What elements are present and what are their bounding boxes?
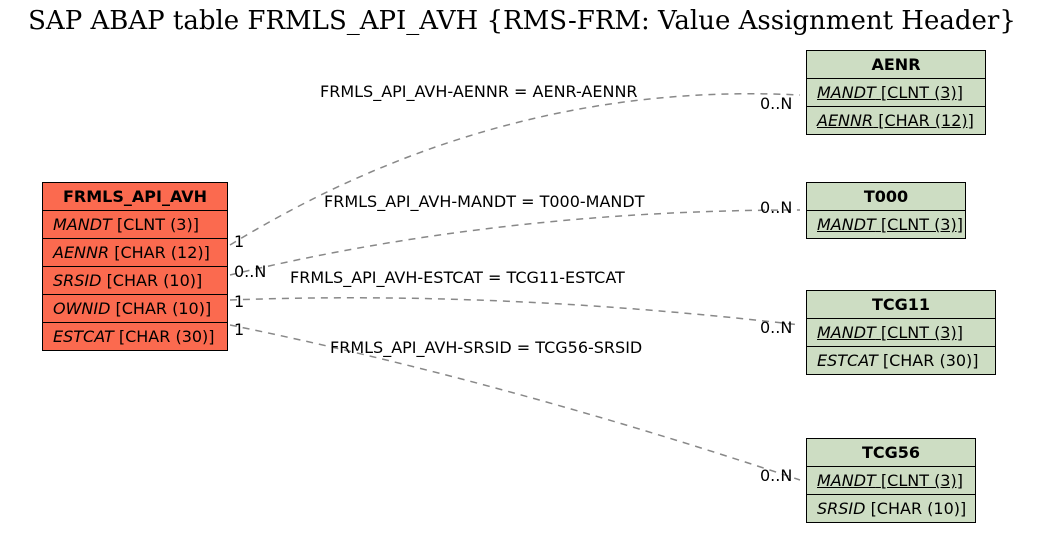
entity-aenr: AENR MANDT [CLNT (3)] AENNR [CHAR (12)] xyxy=(806,50,986,135)
entity-header: T000 xyxy=(807,183,965,211)
entity-tcg11: TCG11 MANDT [CLNT (3)] ESTCAT [CHAR (30)… xyxy=(806,290,996,375)
rel-label-4: FRMLS_API_AVH-SRSID = TCG56-SRSID xyxy=(330,338,642,357)
field-row: MANDT [CLNT (3)] xyxy=(43,211,227,239)
field-row: AENNR [CHAR (12)] xyxy=(43,239,227,267)
entity-header: TCG11 xyxy=(807,291,995,319)
rel-label-3: FRMLS_API_AVH-ESTCAT = TCG11-ESTCAT xyxy=(290,268,625,287)
card-left-3: 1 xyxy=(234,292,244,311)
card-right-2: 0..N xyxy=(760,198,792,217)
card-right-3: 0..N xyxy=(760,318,792,337)
field-row: OWNID [CHAR (10)] xyxy=(43,295,227,323)
card-left-1: 1 xyxy=(234,232,244,251)
card-right-1: 0..N xyxy=(760,94,792,113)
field-row: MANDT [CLNT (3)] xyxy=(807,79,985,107)
rel-label-1: FRMLS_API_AVH-AENNR = AENR-AENNR xyxy=(320,82,638,101)
field-row: AENNR [CHAR (12)] xyxy=(807,107,985,134)
entity-frmls-api-avh: FRMLS_API_AVH MANDT [CLNT (3)] AENNR [CH… xyxy=(42,182,228,351)
field-row: MANDT [CLNT (3)] xyxy=(807,467,975,495)
rel-label-2: FRMLS_API_AVH-MANDT = T000-MANDT xyxy=(324,192,644,211)
card-left-4: 1 xyxy=(234,320,244,339)
field-row: SRSID [CHAR (10)] xyxy=(43,267,227,295)
entity-header: FRMLS_API_AVH xyxy=(43,183,227,211)
card-left-2: 0..N xyxy=(234,262,266,281)
diagram-title: SAP ABAP table FRMLS_API_AVH {RMS-FRM: V… xyxy=(0,6,1044,36)
entity-header: TCG56 xyxy=(807,439,975,467)
field-row: ESTCAT [CHAR (30)] xyxy=(807,347,995,374)
entity-tcg56: TCG56 MANDT [CLNT (3)] SRSID [CHAR (10)] xyxy=(806,438,976,523)
card-right-4: 0..N xyxy=(760,466,792,485)
field-row: MANDT [CLNT (3)] xyxy=(807,319,995,347)
entity-header: AENR xyxy=(807,51,985,79)
field-row: ESTCAT [CHAR (30)] xyxy=(43,323,227,350)
entity-t000: T000 MANDT [CLNT (3)] xyxy=(806,182,966,239)
field-row: SRSID [CHAR (10)] xyxy=(807,495,975,522)
field-row: MANDT [CLNT (3)] xyxy=(807,211,965,238)
